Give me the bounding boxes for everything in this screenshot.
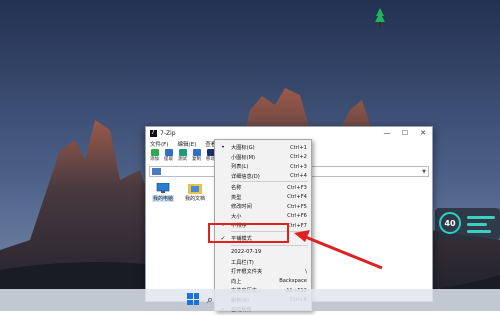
- menu-item-shortcut: Ctrl+2: [290, 154, 307, 161]
- copy-icon: [192, 149, 201, 156]
- menu-item-shortcut: Ctrl+3: [290, 163, 307, 170]
- extract-label: 提取: [164, 157, 173, 162]
- menu-item[interactable]: 类型 Ctrl+F4: [215, 193, 311, 203]
- menu-item[interactable]: 工具栏(T): [215, 258, 311, 268]
- test-button[interactable]: 测试: [177, 149, 188, 162]
- menu-file[interactable]: 文件(F): [150, 140, 168, 148]
- menu-item-label: 大图标(G): [231, 145, 255, 152]
- menu-separator: [231, 244, 308, 246]
- menu-item[interactable]: 向上 Backspace: [215, 277, 311, 287]
- menu-item-shortcut: Backspace: [279, 278, 307, 285]
- start-button[interactable]: [187, 293, 199, 305]
- tree-icon: [375, 8, 385, 27]
- menu-item-shortcut: Ctrl+F7: [287, 222, 307, 229]
- chevron-down-icon[interactable]: ▼: [422, 169, 426, 175]
- documents-folder-icon: [188, 184, 202, 194]
- menu-item[interactable]: 2022-07-19: [215, 247, 311, 257]
- menu-item-label: 小图标(M): [231, 154, 256, 161]
- menu-item-label: 打开根文件夹: [231, 269, 263, 276]
- add-icon: [150, 149, 159, 156]
- item-label: 我的电脑: [151, 195, 174, 202]
- title-bar[interactable]: 7-Zip — ☐ ✕: [146, 127, 432, 139]
- menu-item[interactable]: • 大图标(G) Ctrl+1: [215, 143, 311, 153]
- search-icon[interactable]: ⌕: [207, 293, 213, 307]
- menu-item-label: 修改时间: [231, 204, 252, 211]
- item-label: 我的文档: [184, 196, 205, 202]
- highlight-annotation: [208, 223, 289, 243]
- menu-item-label: 详细信息(D): [231, 173, 260, 180]
- list-item[interactable]: 我的文档: [180, 183, 210, 202]
- menu-item-label: 向上: [231, 278, 242, 285]
- taskbar: ⌕: [0, 289, 500, 311]
- menu-item-shortcut: Ctrl+F4: [287, 194, 307, 201]
- menu-item-label: 工具栏(T): [231, 259, 254, 266]
- menu-item[interactable]: 大小 Ctrl+F6: [215, 212, 311, 222]
- menu-separator: [231, 180, 308, 182]
- menu-item-shortcut: Ctrl+4: [290, 173, 307, 180]
- menu-item[interactable]: 列表(L) Ctrl+3: [215, 162, 311, 172]
- menu-edit[interactable]: 编辑(E): [177, 140, 196, 148]
- menu-item-label: 类型: [231, 194, 242, 201]
- menu-item[interactable]: 修改时间 Ctrl+F5: [215, 202, 311, 212]
- extract-icon: [164, 149, 173, 156]
- menu-item-label: 列表(L): [231, 164, 249, 171]
- window-title: 7-Zip: [160, 129, 176, 137]
- test-icon: [178, 149, 187, 156]
- menu-item-shortcut: Ctrl+F6: [287, 213, 307, 220]
- menu-item[interactable]: 名称 Ctrl+F3: [215, 183, 311, 193]
- minimize-button[interactable]: —: [378, 129, 396, 137]
- close-button[interactable]: ✕: [414, 129, 432, 137]
- gauge-ring: 40: [439, 212, 461, 234]
- add-label: 添加: [150, 157, 159, 162]
- menu-item-shortcut: Ctrl+F3: [287, 184, 307, 191]
- test-label: 测试: [178, 157, 187, 162]
- check-mark-icon: •: [221, 144, 225, 152]
- menu-item-shortcut: Ctrl+F5: [287, 203, 307, 210]
- widget-bar: [467, 216, 495, 219]
- performance-widget: 40: [435, 208, 500, 240]
- menu-item[interactable]: 小图标(M) Ctrl+2: [215, 153, 311, 163]
- maximize-button[interactable]: ☐: [396, 129, 414, 137]
- list-item[interactable]: 我的电脑: [148, 183, 178, 202]
- widget-bar: [467, 223, 487, 226]
- menu-item-label: 2022-07-19: [231, 248, 262, 255]
- add-button[interactable]: 添加: [149, 149, 160, 162]
- copy-button[interactable]: 复制: [191, 149, 202, 162]
- extract-button[interactable]: 提取: [163, 149, 174, 162]
- menu-item-shortcut: Ctrl+1: [290, 144, 307, 151]
- up-folder-icon[interactable]: [152, 168, 161, 175]
- menu-item-shortcut: \: [305, 268, 307, 275]
- menu-item-label: 名称: [231, 185, 242, 192]
- menu-item[interactable]: 打开根文件夹 \: [215, 267, 311, 277]
- menu-item-label: 大小: [231, 213, 242, 220]
- widget-bar: [467, 230, 491, 233]
- sevenzip-app-icon: [150, 129, 157, 137]
- copy-label: 复制: [192, 157, 201, 162]
- computer-icon: [156, 183, 170, 193]
